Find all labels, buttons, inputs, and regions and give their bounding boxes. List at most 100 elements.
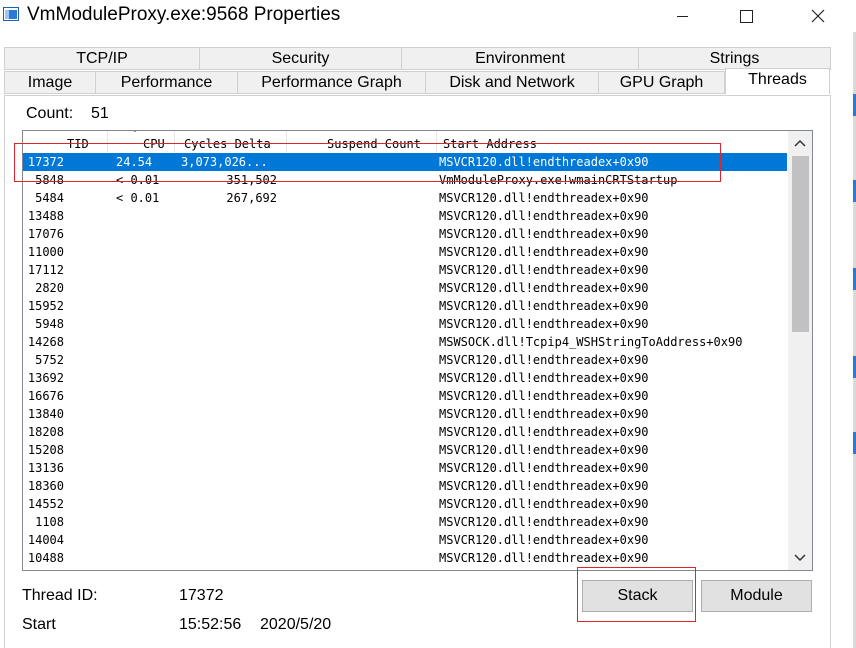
column-header-suspend-count[interactable]: Suspend Count <box>327 131 421 152</box>
close-button[interactable] <box>795 0 841 31</box>
tab-image[interactable]: Image <box>4 71 96 94</box>
start-address-cell: MSVCR120.dll!endthreadex+0x90 <box>439 299 649 313</box>
tid-cell: 14552 <box>27 497 64 511</box>
table-row[interactable]: 5848 < 0.01 351,502 VmModuleProxy.exe!wmain… <box>23 171 787 189</box>
column-header-start-address[interactable]: Start Address <box>443 131 537 152</box>
tid-cell: 13840 <box>27 407 64 421</box>
tid-cell: 10488 <box>27 551 64 565</box>
tid-cell: 14268 <box>27 335 64 349</box>
tab-disk-and-network[interactable]: Disk and Network <box>425 71 599 94</box>
table-row[interactable]: 16676 MSVCR120.dll!endthreadex+0x90 <box>23 387 787 405</box>
table-row[interactable]: 14268 MSWSOCK.dll!Tcpip4_WSHStringToAddre… <box>23 333 787 351</box>
table-row[interactable]: 10488 MSVCR120.dll!endthreadex+0x90 <box>23 549 787 567</box>
cpu-cell: 24.54 <box>116 155 153 169</box>
table-row[interactable]: 13840 MSVCR120.dll!endthreadex+0x90 <box>23 405 787 423</box>
column-header-cpu[interactable]: CPU <box>143 131 165 152</box>
start-address-cell: MSVCR120.dll!endthreadex+0x90 <box>439 317 649 331</box>
vertical-scrollbar[interactable] <box>788 131 812 570</box>
tab-environment[interactable]: Environment <box>401 47 639 70</box>
tid-cell: 14004 <box>27 533 64 547</box>
chevron-down-icon[interactable] <box>788 546 812 570</box>
table-row[interactable]: 1108 MSVCR120.dll!endthreadex+0x90 <box>23 513 787 531</box>
start-address-cell: MSVCR120.dll!endthreadex+0x90 <box>439 281 649 295</box>
chevron-up-icon[interactable] <box>788 131 812 155</box>
tid-cell: 5752 <box>35 353 64 367</box>
column-header-tid[interactable]: TID <box>67 131 89 152</box>
tid-cell: 13488 <box>27 209 64 223</box>
table-row[interactable]: 17372 24.54 3,073,026... MSVCR120.dll!endth… <box>23 153 787 171</box>
start-address-cell: MSVCR120.dll!endthreadex+0x90 <box>439 407 649 421</box>
tid-cell: 18360 <box>27 479 64 493</box>
sort-chevron-icon: ﹀ <box>130 130 140 140</box>
table-row[interactable]: 13136 MSVCR120.dll!endthreadex+0x90 <box>23 459 787 477</box>
window-title: VmModuleProxy.exe:9568 Properties <box>27 4 341 25</box>
tid-cell: 13692 <box>27 371 64 385</box>
tid-cell: 18208 <box>27 425 64 439</box>
tab-performance-graph[interactable]: Performance Graph <box>237 71 426 94</box>
table-row[interactable]: 13488 MSVCR120.dll!endthreadex+0x90 <box>23 207 787 225</box>
start-address-cell: MSVCR120.dll!endthreadex+0x90 <box>439 209 649 223</box>
start-address-cell: MSVCR120.dll!endthreadex+0x90 <box>439 155 649 169</box>
start-label: Start <box>22 616 56 633</box>
start-address-cell: MSVCR120.dll!endthreadex+0x90 <box>439 479 649 493</box>
table-row[interactable]: 14552 MSVCR120.dll!endthreadex+0x90 <box>23 495 787 513</box>
table-row[interactable]: 17076 MSVCR120.dll!endthreadex+0x90 <box>23 225 787 243</box>
count-value: 51 <box>91 105 109 122</box>
start-address-cell: MSVCR120.dll!endthreadex+0x90 <box>439 191 649 205</box>
start-address-cell: MSVCR120.dll!endthreadex+0x90 <box>439 353 649 367</box>
tid-cell: 15208 <box>27 443 64 457</box>
table-row[interactable]: 2820 MSVCR120.dll!endthreadex+0x90 <box>23 279 787 297</box>
table-row[interactable]: 15208 MSVCR120.dll!endthreadex+0x90 <box>23 441 787 459</box>
table-row[interactable]: 15952 MSVCR120.dll!endthreadex+0x90 <box>23 297 787 315</box>
start-address-cell: MSVCR120.dll!endthreadex+0x90 <box>439 371 649 385</box>
cycles-delta-cell: 351,502 <box>226 173 277 187</box>
module-button[interactable]: Module <box>701 580 812 612</box>
tab-security[interactable]: Security <box>199 47 402 70</box>
cycles-delta-cell: 3,073,026... <box>181 155 268 169</box>
start-address-cell: MSVCR120.dll!endthreadex+0x90 <box>439 389 649 403</box>
start-address-cell: MSWSOCK.dll!Tcpip4_WSHStringToAddress+0x… <box>439 335 743 349</box>
cpu-cell: < 0.01 <box>116 191 160 205</box>
maximize-icon <box>739 9 753 23</box>
tab-threads[interactable]: Threads <box>725 68 830 94</box>
start-date-value: 2020/5/20 <box>260 616 332 633</box>
minimize-button[interactable] <box>659 0 705 31</box>
start-address-cell: MSVCR120.dll!endthreadex+0x90 <box>439 443 649 457</box>
tab-gpu-graph[interactable]: GPU Graph <box>598 71 725 94</box>
start-address-cell: MSVCR120.dll!endthreadex+0x90 <box>439 461 649 475</box>
threads-list[interactable]: TID ﹀ CPU Cycles Delta Suspend Count Sta… <box>22 130 813 571</box>
tab-performance[interactable]: Performance <box>95 71 238 94</box>
list-header: TID ﹀ CPU Cycles Delta Suspend Count Sta… <box>23 131 787 152</box>
table-row[interactable]: 5752 MSVCR120.dll!endthreadex+0x90 <box>23 351 787 369</box>
stack-button[interactable]: Stack <box>582 580 693 612</box>
tid-cell: 16676 <box>27 389 64 403</box>
column-header-cycles-delta[interactable]: Cycles Delta <box>184 131 271 152</box>
start-address-cell: MSVCR120.dll!endthreadex+0x90 <box>439 533 649 547</box>
table-row[interactable]: 13692 MSVCR120.dll!endthreadex+0x90 <box>23 369 787 387</box>
start-address-cell: MSVCR120.dll!endthreadex+0x90 <box>439 245 649 259</box>
app-window-icon[interactable] <box>3 7 19 21</box>
close-icon <box>811 9 825 23</box>
table-row[interactable]: 18208 MSVCR120.dll!endthreadex+0x90 <box>23 423 787 441</box>
maximize-button[interactable] <box>723 0 769 31</box>
table-row[interactable]: 5948 MSVCR120.dll!endthreadex+0x90 <box>23 315 787 333</box>
start-address-cell: MSVCR120.dll!endthreadex+0x90 <box>439 263 649 277</box>
tid-cell: 1108 <box>35 515 64 529</box>
tid-cell: 5948 <box>35 317 64 331</box>
table-row[interactable]: 5484 < 0.01 267,692 MSVCR120.dll!endthreade… <box>23 189 787 207</box>
tid-cell: 17372 <box>27 155 64 169</box>
tid-cell: 15952 <box>27 299 64 313</box>
tab-strings[interactable]: Strings <box>638 47 831 70</box>
thread-id-label: Thread ID: <box>22 587 98 604</box>
tid-cell: 17112 <box>27 263 64 277</box>
scrollbar-thumb[interactable] <box>792 156 809 332</box>
start-address-cell: VmModuleProxy.exe!wmainCRTStartup <box>439 173 678 187</box>
tab-tcpip[interactable]: TCP/IP <box>4 47 200 70</box>
start-address-cell: MSVCR120.dll!endthreadex+0x90 <box>439 515 649 529</box>
table-row[interactable]: 14004 MSVCR120.dll!endthreadex+0x90 <box>23 531 787 549</box>
start-address-cell: MSVCR120.dll!endthreadex+0x90 <box>439 425 649 439</box>
table-row[interactable]: 17112 MSVCR120.dll!endthreadex+0x90 <box>23 261 787 279</box>
start-address-cell: MSVCR120.dll!endthreadex+0x90 <box>439 551 649 565</box>
table-row[interactable]: 18360 MSVCR120.dll!endthreadex+0x90 <box>23 477 787 495</box>
table-row[interactable]: 11000 MSVCR120.dll!endthreadex+0x90 <box>23 243 787 261</box>
